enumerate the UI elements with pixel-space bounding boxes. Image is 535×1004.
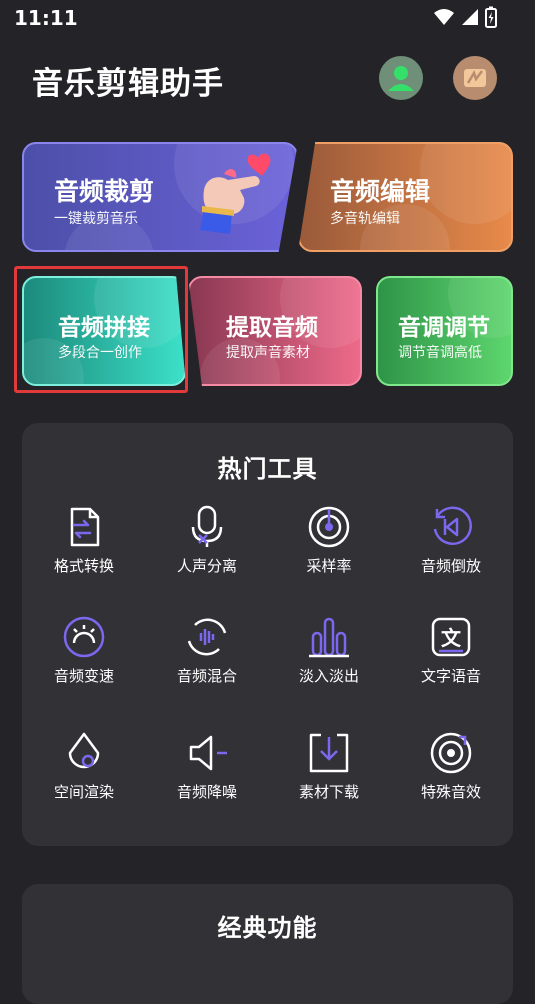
card-subtitle: 提取声音素材 (226, 345, 310, 361)
selection-highlight (14, 266, 188, 393)
text-speech-icon: 文 (431, 617, 471, 657)
tool-label: 素材下载 (298, 783, 359, 801)
tool-label: 采样率 (306, 557, 352, 575)
user-avatar-button[interactable] (379, 56, 423, 100)
feature-card-audio-cut[interactable]: 音频裁剪 一键裁剪音乐 (22, 142, 298, 252)
card-title: 音频编辑 (330, 177, 431, 206)
tool-label: 音频变速 (53, 667, 114, 685)
card-subtitle: 一键裁剪音乐 (54, 211, 138, 227)
card-title: 提取音频 (226, 315, 318, 341)
tool-label: 人声分离 (176, 557, 237, 575)
tool-label: 音频降噪 (176, 783, 237, 801)
hot-tools-title: 热门工具 (217, 455, 318, 483)
tool-label: 文字语音 (420, 667, 481, 685)
card-title: 音频裁剪 (54, 177, 155, 206)
hand-heart-icon (200, 153, 271, 234)
status-bar: 11:11 (0, 0, 535, 38)
feature-card-audio-edit[interactable]: 音频编辑 多音轨编辑 (298, 142, 513, 252)
mix-icon (187, 618, 227, 656)
tool-spatial-render[interactable]: 空间渲染 (29, 731, 139, 821)
tool-material-download[interactable]: 素材下载 (274, 731, 384, 821)
sample-rate-icon (308, 506, 350, 548)
battery-icon (485, 6, 497, 28)
card-subtitle: 多音轨编辑 (330, 211, 400, 227)
user-icon (388, 66, 414, 91)
microphone-icon (191, 505, 223, 547)
tool-format-convert[interactable]: 格式转换 (29, 505, 139, 595)
feature-card-pitch-adjust[interactable]: 音调调节 调节音调高低 (376, 276, 513, 386)
card-title: 音调调节 (398, 315, 490, 341)
tool-label: 音频倒放 (420, 557, 481, 575)
tool-label: 格式转换 (53, 557, 114, 575)
status-time: 11:11 (14, 6, 78, 30)
tool-fade-in-out[interactable]: 淡入淡出 (274, 615, 384, 705)
tool-label: 音频混合 (176, 667, 237, 685)
spatial-icon (68, 732, 100, 769)
app-title: 音乐剪辑助手 (32, 66, 224, 102)
fade-icon (309, 617, 349, 658)
tool-text-to-speech[interactable]: 文 文字语音 (396, 615, 506, 705)
signal-icon (462, 9, 478, 25)
theme-icon (464, 69, 486, 87)
feature-card-extract-audio[interactable]: 提取音频 提取声音素材 (188, 276, 362, 386)
card-subtitle: 调节音调高低 (398, 345, 482, 361)
svg-text:文: 文 (441, 626, 462, 650)
tool-vocal-separation[interactable]: 人声分离 (152, 505, 262, 595)
card-decoration (420, 144, 511, 224)
download-icon (309, 733, 349, 773)
tool-label: 特殊音效 (420, 783, 481, 801)
tool-audio-denoise[interactable]: 音频降噪 (152, 731, 262, 821)
rewind-icon (433, 506, 472, 546)
classic-functions-panel: 经典功能 (22, 884, 513, 1004)
tool-audio-mix[interactable]: 音频混合 (152, 615, 262, 705)
classic-functions-title: 经典功能 (217, 914, 318, 942)
hot-tools-panel: 热门工具 格式转换 人声分离 采样率 音频倒放 音频变速 音频混合 淡入淡出 文… (22, 423, 513, 846)
format-convert-icon (70, 507, 100, 547)
speed-icon (63, 616, 105, 658)
tool-audio-reverse[interactable]: 音频倒放 (396, 505, 506, 595)
tool-special-effects[interactable]: 特殊音效 (396, 731, 506, 821)
theme-button[interactable] (453, 56, 497, 100)
tool-label: 空间渲染 (53, 783, 114, 801)
status-icons (433, 6, 497, 28)
denoise-icon (189, 735, 227, 771)
tool-label: 淡入淡出 (298, 667, 359, 685)
tool-sample-rate[interactable]: 采样率 (274, 505, 384, 595)
special-effect-icon (430, 732, 472, 774)
wifi-icon (434, 9, 454, 25)
tool-audio-speed[interactable]: 音频变速 (29, 615, 139, 705)
